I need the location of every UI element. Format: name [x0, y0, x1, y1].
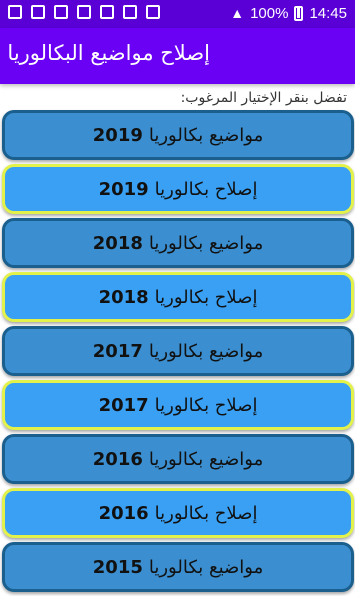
- topics-button-2018[interactable]: مواضيع بكالوريا 2018: [2, 218, 354, 268]
- button-year: 2019: [98, 178, 149, 200]
- clock: 14:45: [309, 4, 347, 22]
- topics-button-2019[interactable]: مواضيع بكالوريا 2019: [2, 110, 354, 160]
- button-label: مواضيع بكالوريا: [148, 556, 264, 578]
- calendar-icon: [77, 5, 91, 19]
- button-label: مواضيع بكالوريا: [148, 124, 264, 146]
- button-label: مواضيع بكالوريا: [148, 340, 264, 362]
- gallery-icon: [31, 5, 45, 19]
- topics-button-2017[interactable]: مواضيع بكالوريا 2017: [2, 326, 354, 376]
- button-year: 2015: [92, 556, 143, 578]
- battery-percent: 100%: [250, 4, 289, 22]
- button-label: مواضيع بكالوريا: [148, 232, 264, 254]
- correction-button-2016[interactable]: إصلاح بكالوريا 2016: [2, 488, 354, 538]
- button-label: إصلاح بكالوريا: [154, 502, 258, 524]
- topics-button-2016[interactable]: مواضيع بكالوريا 2016: [2, 434, 354, 484]
- button-list: مواضيع بكالوريا 2019 إصلاح بكالوريا 2019 موا…: [2, 110, 354, 596]
- alarm-icon: [123, 5, 137, 19]
- signal-icon: ▲: [230, 5, 245, 21]
- correction-button-2017[interactable]: إصلاح بكالوريا 2017: [2, 380, 354, 430]
- correction-button-2019[interactable]: إصلاح بكالوريا 2019: [2, 164, 354, 214]
- app-title: إصلاح مواضيع البكالوريا: [7, 41, 210, 65]
- hint-text: تفضل بنقر الإختيار المرغوب:: [180, 90, 347, 106]
- app-bar: إصلاح مواضيع البكالوريا: [0, 28, 355, 84]
- battery-icon: [294, 5, 304, 21]
- button-label: إصلاح بكالوريا: [154, 178, 258, 200]
- mute-icon: [100, 5, 114, 19]
- button-label: مواضيع بكالوريا: [148, 448, 264, 470]
- button-label: إصلاح بكالوريا: [154, 286, 258, 308]
- correction-button-2018[interactable]: إصلاح بكالوريا 2018: [2, 272, 354, 322]
- button-year: 2016: [98, 502, 149, 524]
- image-icon: [8, 5, 22, 19]
- topics-button-2015[interactable]: مواضيع بكالوريا 2015: [2, 542, 354, 592]
- button-year: 2016: [92, 448, 143, 470]
- button-label: إصلاح بكالوريا: [154, 394, 258, 416]
- button-year: 2017: [92, 340, 143, 362]
- button-year: 2018: [92, 232, 143, 254]
- button-year: 2018: [98, 286, 149, 308]
- button-year: 2017: [98, 394, 149, 416]
- wifi-icon: [146, 5, 160, 19]
- calendar-icon: [54, 5, 68, 19]
- notification-icons: [8, 5, 160, 19]
- system-status: ▲ 100% 14:45: [230, 4, 347, 22]
- status-bar: ▲ 100% 14:45: [0, 0, 355, 28]
- button-year: 2019: [92, 124, 143, 146]
